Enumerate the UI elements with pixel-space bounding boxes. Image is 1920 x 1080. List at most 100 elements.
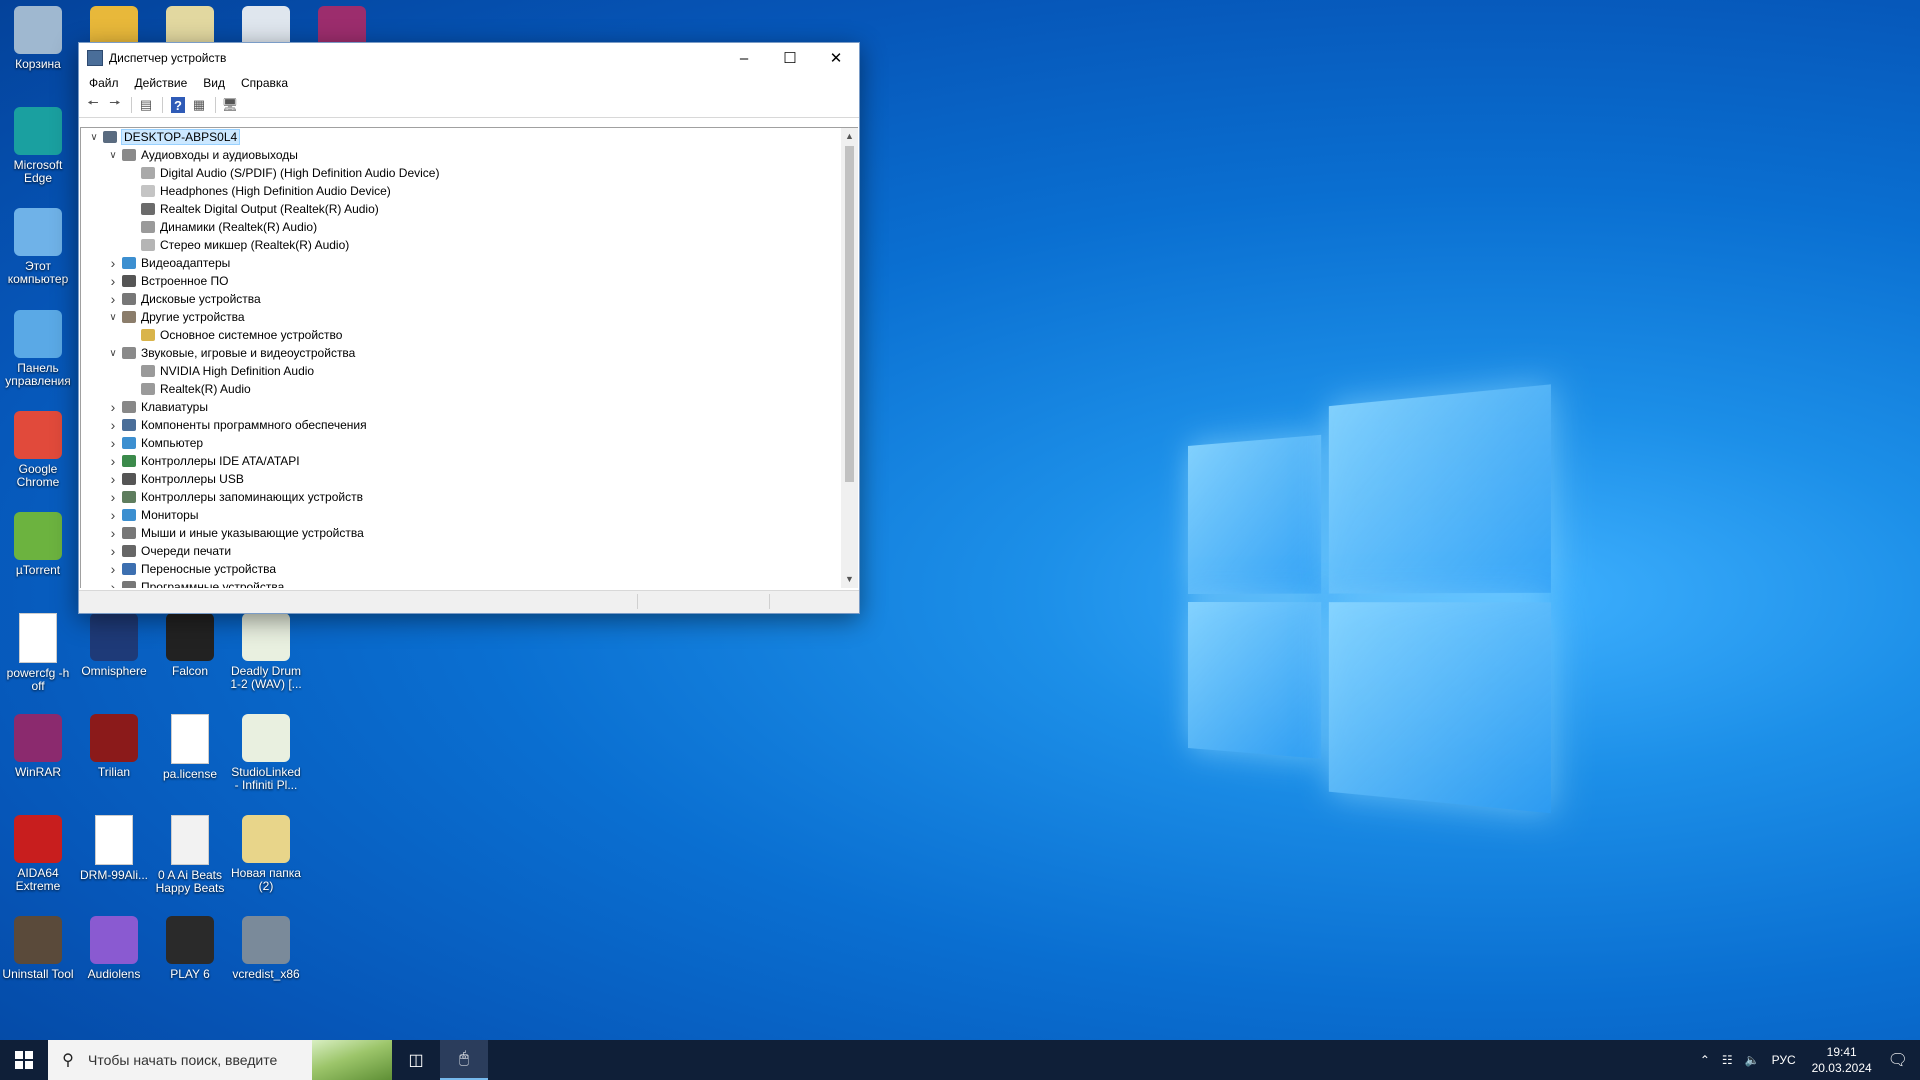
tree-node[interactable]: Realtek Digital Output (Realtek(R) Audio…	[81, 200, 841, 218]
menu-action[interactable]: Действие	[127, 76, 196, 90]
start-button[interactable]	[0, 1040, 48, 1080]
tree-node[interactable]: › Компьютер	[81, 434, 841, 452]
chevron-down-icon[interactable]: ∨	[106, 348, 120, 359]
desktop-icon[interactable]: Audiolens	[76, 916, 152, 981]
tree-node[interactable]: ∨ Звуковые, игровые и видеоустройства	[81, 344, 841, 362]
taskbar-search[interactable]: ⚲ Чтобы начать поиск, введите	[48, 1040, 392, 1080]
tree-node[interactable]: Realtek(R) Audio	[81, 380, 841, 398]
chevron-up-icon[interactable]: ⌃	[1700, 1053, 1710, 1067]
clock[interactable]: 19:41 20.03.2024	[1812, 1044, 1872, 1076]
network-icon[interactable]: ☷	[1722, 1053, 1733, 1067]
tree-node[interactable]: › Видеоадаптеры	[81, 254, 841, 272]
properties-icon[interactable]: ▤	[136, 95, 156, 115]
chevron-right-icon[interactable]: ›	[106, 579, 120, 588]
device-manager-window[interactable]: Диспетчер устройств – ☐ ✕ Файл Действие …	[78, 42, 860, 614]
desktop-icon[interactable]: Корзина	[0, 6, 76, 71]
menu-file[interactable]: Файл	[81, 76, 127, 90]
list-view-icon[interactable]: ▦	[189, 95, 209, 115]
tree-node[interactable]: Стерео микшер (Realtek(R) Audio)	[81, 236, 841, 254]
desktop-icon[interactable]: µTorrent	[0, 512, 76, 577]
desktop-icon[interactable]: powercfg -h off	[0, 613, 76, 693]
desktop-icon[interactable]: WinRAR	[0, 714, 76, 779]
vertical-scrollbar[interactable]: ▲ ▼	[841, 128, 858, 588]
device-icon	[122, 311, 136, 323]
tree-node[interactable]: NVIDIA High Definition Audio	[81, 362, 841, 380]
tree-node[interactable]: › Клавиатуры	[81, 398, 841, 416]
desktop-icon[interactable]: Microsoft Edge	[0, 107, 76, 185]
desktop-icon[interactable]: Google Chrome	[0, 411, 76, 489]
close-button[interactable]: ✕	[813, 43, 859, 73]
volume-icon[interactable]: 🔈	[1745, 1053, 1760, 1067]
tree-node[interactable]: › Компоненты программного обеспечения	[81, 416, 841, 434]
chevron-right-icon[interactable]: ›	[106, 489, 120, 505]
tree-node[interactable]: › Мониторы	[81, 506, 841, 524]
notification-icon[interactable]: 🗨	[1888, 1050, 1908, 1070]
chevron-right-icon[interactable]: ›	[106, 561, 120, 577]
language-indicator[interactable]: РУС	[1772, 1053, 1796, 1067]
maximize-button[interactable]: ☐	[767, 43, 813, 73]
tree-node[interactable]: › Очереди печати	[81, 542, 841, 560]
back-arrow-icon[interactable]: 🠔	[83, 95, 103, 115]
desktop-icon[interactable]: vcredist_x86	[228, 916, 304, 981]
chevron-right-icon[interactable]: ›	[106, 417, 120, 433]
minimize-button[interactable]: –	[721, 43, 767, 73]
desktop-icon[interactable]: StudioLinked - Infiniti Pl...	[228, 714, 304, 792]
desktop-icon[interactable]: Omnisphere	[76, 613, 152, 678]
desktop-icon[interactable]: Trilian	[76, 714, 152, 779]
tree-node[interactable]: › Переносные устройства	[81, 560, 841, 578]
tree-node-label: Мыши и иные указывающие устройства	[141, 526, 364, 540]
tree-node[interactable]: › Контроллеры USB	[81, 470, 841, 488]
chevron-right-icon[interactable]: ›	[106, 525, 120, 541]
chevron-down-icon[interactable]: ∨	[106, 150, 120, 161]
chevron-down-icon[interactable]: ∨	[87, 132, 101, 143]
chevron-right-icon[interactable]: ›	[106, 255, 120, 271]
tree-node[interactable]: › Мыши и иные указывающие устройства	[81, 524, 841, 542]
scroll-up-icon[interactable]: ▲	[841, 128, 858, 145]
tree-node[interactable]: › Встроенное ПО	[81, 272, 841, 290]
forward-arrow-icon[interactable]: 🠖	[105, 95, 125, 115]
task-view-icon[interactable]: ◫	[392, 1040, 440, 1080]
tree-node[interactable]: Динамики (Realtek(R) Audio)	[81, 218, 841, 236]
tree-node[interactable]: ∨ Другие устройства	[81, 308, 841, 326]
chevron-right-icon[interactable]: ›	[106, 435, 120, 451]
scroll-thumb[interactable]	[845, 146, 854, 482]
chevron-right-icon[interactable]: ›	[106, 507, 120, 523]
tree-node[interactable]: Headphones (High Definition Audio Device…	[81, 182, 841, 200]
chevron-right-icon[interactable]: ›	[106, 399, 120, 415]
title-bar[interactable]: Диспетчер устройств – ☐ ✕	[79, 43, 859, 73]
desktop-icon[interactable]: DRM-99Ali...	[76, 815, 152, 882]
device-tree[interactable]: ∨ DESKTOP-ABPS0L4 ∨ Аудиовходы и аудиовыход…	[81, 128, 841, 588]
chevron-right-icon[interactable]: ›	[106, 543, 120, 559]
tree-node[interactable]: › Программные устройства	[81, 578, 841, 588]
tree-node[interactable]: › Дисковые устройства	[81, 290, 841, 308]
tree-node[interactable]: ∨ Аудиовходы и аудиовыходы	[81, 146, 841, 164]
tree-node[interactable]: › Контроллеры запоминающих устройств	[81, 488, 841, 506]
desktop-icon[interactable]: Этот компьютер	[0, 208, 76, 286]
desktop-icon[interactable]: Новая папка (2)	[228, 815, 304, 893]
chevron-right-icon[interactable]: ›	[106, 471, 120, 487]
monitor-scan-icon[interactable]: 🖥	[220, 95, 240, 115]
desktop-app-icon	[242, 916, 290, 964]
menu-help[interactable]: Справка	[233, 76, 296, 90]
chevron-right-icon[interactable]: ›	[106, 453, 120, 469]
taskbar-device-manager[interactable]: 🖱	[440, 1040, 488, 1080]
chevron-right-icon[interactable]: ›	[106, 273, 120, 289]
tree-node[interactable]: › Контроллеры IDE ATA/ATAPI	[81, 452, 841, 470]
desktop-app-icon	[90, 916, 138, 964]
desktop-icon[interactable]: Deadly Drum 1-2 (WAV) [...	[228, 613, 304, 691]
desktop-icon[interactable]: 0 A Ai Beats Happy Beats	[152, 815, 228, 895]
desktop-icon[interactable]: Панель управления	[0, 310, 76, 388]
desktop-icon[interactable]: Uninstall Tool	[0, 916, 76, 981]
desktop-icon[interactable]: pa.license	[152, 714, 228, 781]
scroll-down-icon[interactable]: ▼	[841, 571, 858, 588]
chevron-down-icon[interactable]: ∨	[106, 312, 120, 323]
tree-node[interactable]: ∨ DESKTOP-ABPS0L4	[81, 128, 841, 146]
desktop-icon[interactable]: PLAY 6	[152, 916, 228, 981]
menu-view[interactable]: Вид	[195, 76, 233, 90]
tree-node[interactable]: Digital Audio (S/PDIF) (High Definition …	[81, 164, 841, 182]
help-icon[interactable]: ?	[171, 97, 185, 113]
chevron-right-icon[interactable]: ›	[106, 291, 120, 307]
desktop-icon[interactable]: AIDA64 Extreme	[0, 815, 76, 893]
desktop-icon[interactable]: Falcon	[152, 613, 228, 678]
tree-node[interactable]: Основное системное устройство	[81, 326, 841, 344]
